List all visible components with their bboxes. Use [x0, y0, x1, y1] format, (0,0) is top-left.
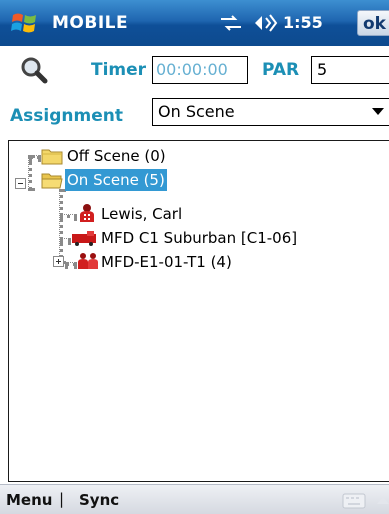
tree-item-label: Off Scene (0) [67, 147, 166, 165]
tree-item-off-scene[interactable]: Off Scene (0) [41, 144, 221, 168]
tree-line [59, 189, 63, 264]
keyboard-icon[interactable] [342, 493, 366, 509]
assignment-tree[interactable]: Off Scene (0) On Scene (5) Lewis, Carl M… [8, 140, 389, 482]
tree-item-label: MFD C1 Suburban [C1-06] [101, 229, 298, 247]
menu-separator: | [59, 490, 65, 508]
vehicle-icon [72, 231, 96, 246]
sync-button[interactable]: Sync [79, 491, 119, 509]
par-label: PAR [262, 60, 300, 80]
ok-button[interactable]: ok [357, 10, 389, 36]
search-icon[interactable] [20, 56, 48, 84]
volume-icon[interactable] [252, 12, 278, 34]
tree-line [60, 238, 71, 242]
collapse-toggle[interactable] [15, 178, 26, 189]
assignment-label: Assignment [10, 106, 123, 126]
folder-open-icon [41, 173, 63, 189]
expand-toggle[interactable] [53, 256, 64, 267]
group-icon [78, 253, 98, 269]
tree-item-on-scene[interactable]: On Scene (5) [41, 168, 221, 192]
tree-item-label: MFD-E1-01-T1 (4) [101, 253, 232, 271]
tree-line [60, 214, 77, 218]
assignment-dropdown[interactable]: On Scene [152, 98, 389, 126]
timer-label: Timer [91, 60, 147, 80]
tree-line [29, 155, 41, 159]
chevron-up-icon[interactable] [377, 495, 389, 505]
tree-item-label: Lewis, Carl [101, 205, 183, 223]
tree-item-vehicle[interactable]: MFD C1 Suburban [C1-06] [71, 226, 371, 250]
title-bar: MOBILE 1:55 ok [0, 0, 389, 46]
clock[interactable]: 1:55 [283, 13, 323, 32]
app-title: MOBILE [52, 13, 129, 33]
tree-item-group[interactable]: MFD-E1-01-T1 (4) [77, 250, 317, 274]
soft-key-bar: Menu | Sync [0, 484, 389, 514]
tree-line [28, 155, 32, 191]
tree-item-person[interactable]: Lewis, Carl [77, 202, 277, 226]
person-icon [80, 204, 94, 222]
tree-line [65, 262, 77, 266]
par-field[interactable]: 5 [311, 56, 389, 84]
chevron-down-icon[interactable] [372, 108, 384, 116]
tree-item-label: On Scene (5) [65, 169, 167, 191]
folder-icon [41, 149, 63, 165]
connectivity-icon[interactable] [219, 13, 243, 33]
timer-field: 00:00:00 [152, 56, 248, 84]
windows-start-icon[interactable] [10, 9, 40, 37]
menu-button[interactable]: Menu [6, 491, 52, 509]
